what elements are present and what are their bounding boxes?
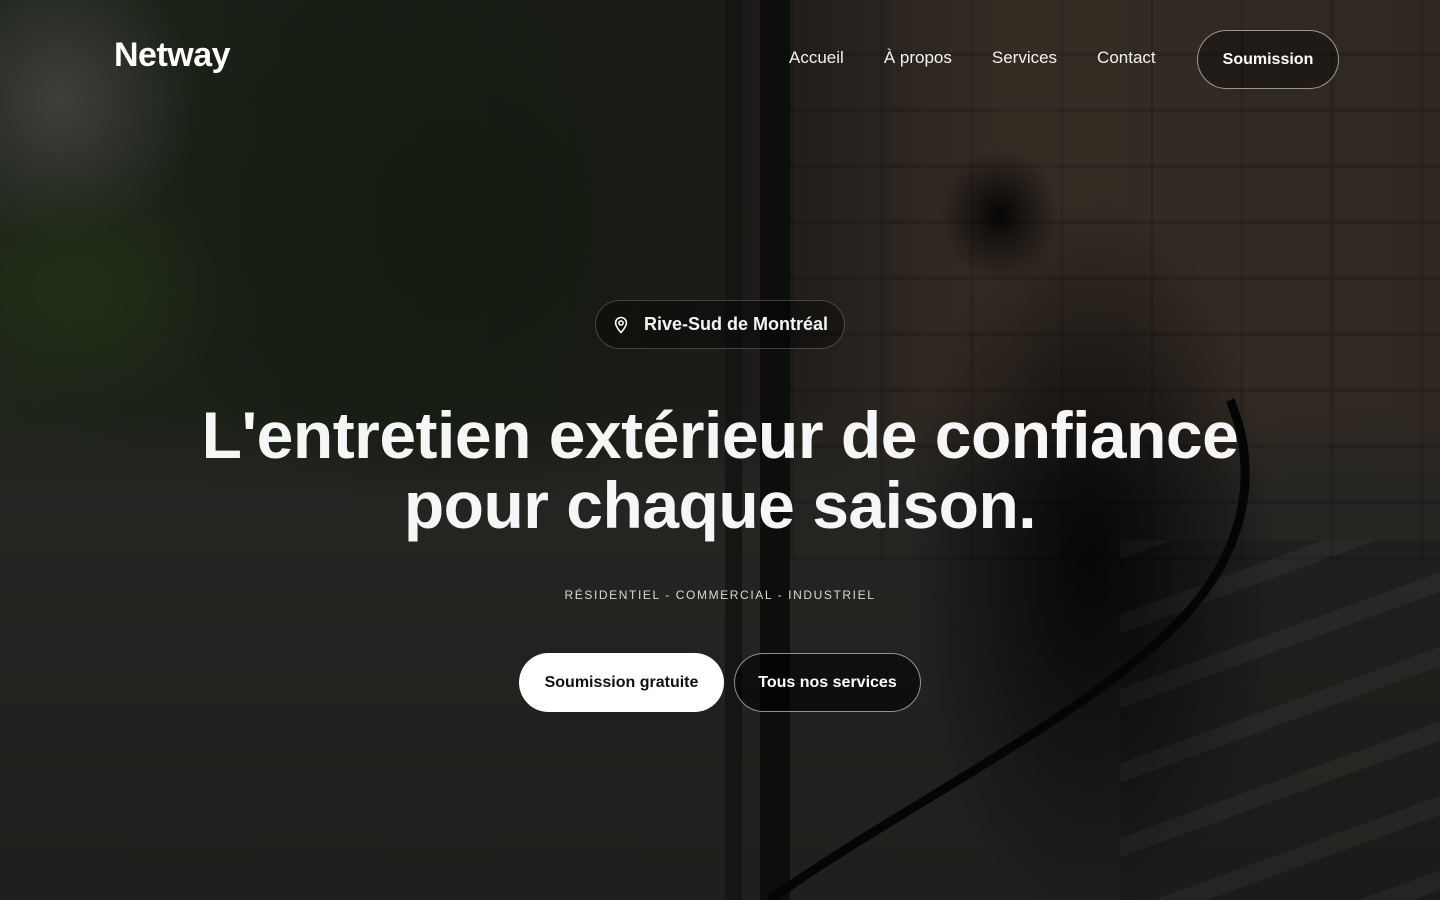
map-pin-icon [612, 316, 630, 334]
location-badge: Rive-Sud de Montréal [595, 300, 845, 349]
nav-link-accueil[interactable]: Accueil [789, 48, 844, 68]
soumission-gratuite-button[interactable]: Soumission gratuite [519, 653, 724, 712]
site-logo[interactable]: Netway [114, 36, 231, 75]
header-soumission-button[interactable]: Soumission [1197, 30, 1339, 89]
nav-link-services[interactable]: Services [992, 48, 1057, 68]
hero-tagline: RÉSIDENTIEL - COMMERCIAL - INDUSTRIEL [564, 588, 876, 602]
nav-link-a-propos[interactable]: À propos [884, 48, 952, 68]
location-label: Rive-Sud de Montréal [643, 314, 829, 334]
tous-nos-services-button[interactable]: Tous nos services [734, 653, 921, 712]
hero-section: Netway Accueil À propos Services Contact… [0, 0, 1440, 900]
hero-headline: L'entretien extérieur de confiance pour … [120, 400, 1320, 540]
main-nav: Accueil À propos Services Contact [789, 48, 1156, 68]
nav-link-contact[interactable]: Contact [1097, 48, 1156, 68]
headline-line-1: L'entretien extérieur de confiance [201, 398, 1239, 472]
headline-line-2: pour chaque saison. [403, 468, 1037, 542]
